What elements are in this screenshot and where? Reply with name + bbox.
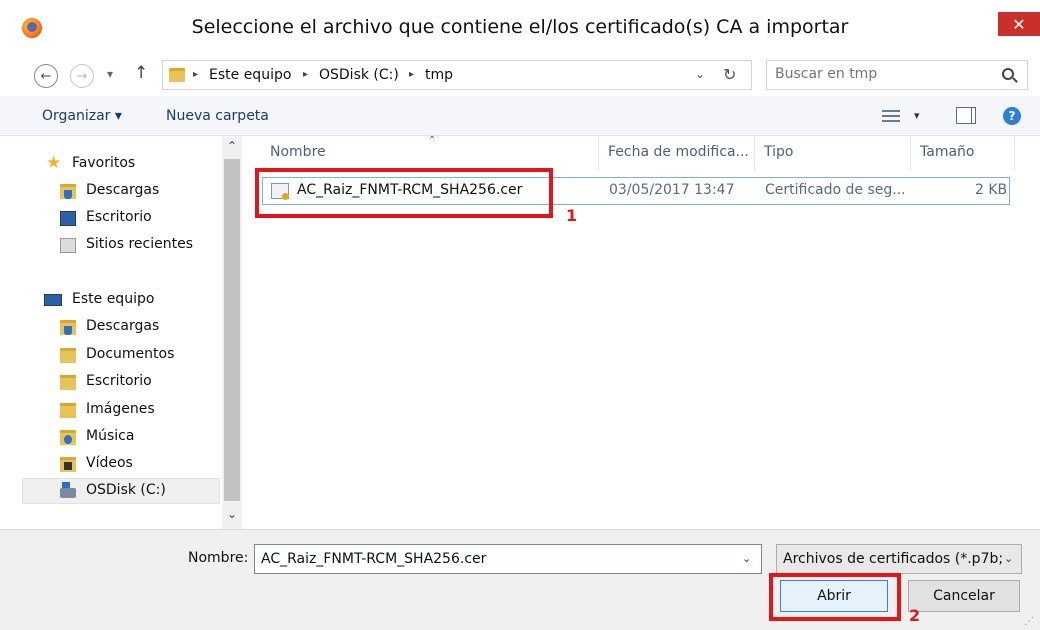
sidebar-item-label: OSDisk (C:) bbox=[86, 482, 166, 498]
sidebar-item-videos[interactable]: Vídeos bbox=[22, 451, 220, 477]
sidebar-item-label: Imágenes bbox=[86, 401, 155, 417]
resize-grip-icon[interactable]: ⋰ bbox=[1024, 616, 1034, 627]
cancel-button[interactable]: Cancelar bbox=[908, 580, 1020, 612]
sidebar-item-descargas-pc[interactable]: Descargas bbox=[22, 314, 220, 340]
filename-dropdown-icon[interactable]: ⌄ bbox=[742, 552, 751, 565]
sidebar-item-label: Escritorio bbox=[86, 373, 152, 389]
breadcrumb-separator-icon: ▸ bbox=[303, 69, 309, 80]
pictures-folder-icon bbox=[60, 403, 76, 418]
file-modified: 03/05/2017 13:47 bbox=[609, 182, 735, 198]
breadcrumb-separator-icon: ▸ bbox=[409, 69, 415, 80]
filetype-dropdown-icon[interactable]: ⌄ bbox=[1004, 552, 1013, 565]
filename-label: Nombre: bbox=[188, 550, 249, 566]
downloads-folder-icon bbox=[60, 184, 76, 199]
star-icon: ★ bbox=[46, 153, 62, 173]
recent-locations-button[interactable]: ▾ bbox=[107, 67, 113, 81]
column-header-size[interactable]: Tamaño bbox=[920, 144, 974, 160]
view-options-icon[interactable] bbox=[882, 110, 900, 122]
title-bar: Seleccione el archivo que contiene el/lo… bbox=[0, 0, 1040, 58]
help-icon[interactable]: ? bbox=[1003, 107, 1021, 125]
sidebar-item-label: Vídeos bbox=[86, 455, 133, 471]
close-button[interactable]: ✕ bbox=[998, 12, 1040, 36]
sidebar-item-escritorio-pc[interactable]: Escritorio bbox=[22, 369, 220, 395]
column-header-name[interactable]: Nombre bbox=[270, 144, 326, 160]
preview-pane-icon[interactable] bbox=[956, 107, 976, 124]
breadcrumb-tmp[interactable]: tmp bbox=[425, 67, 453, 83]
breadcrumb-separator-icon: ▸ bbox=[193, 69, 199, 80]
search-input[interactable] bbox=[775, 66, 995, 82]
sort-ascending-icon: ⌃ bbox=[428, 135, 437, 146]
column-divider[interactable] bbox=[754, 137, 755, 171]
navigation-pane: ★ Favoritos Descargas Escritorio Sitios … bbox=[22, 137, 222, 529]
address-dropdown-icon[interactable]: ⌄ bbox=[695, 67, 705, 81]
annotation-number-2: 2 bbox=[909, 606, 921, 625]
sidebar-item-sitios-recientes[interactable]: Sitios recientes bbox=[22, 232, 220, 258]
sidebar-item-label: Música bbox=[86, 428, 135, 444]
sidebar-item-escritorio[interactable]: Escritorio bbox=[22, 205, 220, 231]
breadcrumb-osdisk[interactable]: OSDisk (C:) bbox=[319, 67, 399, 83]
file-size: 2 KB bbox=[975, 182, 1008, 198]
sidebar-item-descargas[interactable]: Descargas bbox=[22, 178, 220, 204]
sidebar-item-imagenes[interactable]: Imágenes bbox=[22, 397, 220, 423]
sidebar-item-label: Documentos bbox=[86, 346, 175, 362]
sidebar-item-este-equipo[interactable]: Este equipo bbox=[22, 287, 220, 313]
filename-input[interactable] bbox=[254, 544, 762, 574]
up-button[interactable]: ↑ bbox=[134, 63, 148, 83]
window-title: Seleccione el archivo que contiene el/lo… bbox=[191, 16, 849, 38]
annotation-number-1: 1 bbox=[566, 206, 578, 225]
sidebar-item-label: Este equipo bbox=[72, 291, 155, 307]
annotation-highlight-open bbox=[769, 573, 901, 621]
sidebar-item-label: Escritorio bbox=[86, 209, 152, 225]
videos-folder-icon bbox=[60, 457, 76, 472]
forward-button[interactable]: → bbox=[70, 64, 94, 88]
address-bar[interactable]: ▸ Este equipo ▸ OSDisk (C:) ▸ tmp ⌄ ↻ bbox=[162, 60, 752, 90]
sidebar-item-musica[interactable]: Música bbox=[22, 424, 220, 450]
folder-icon bbox=[169, 68, 185, 82]
back-button[interactable]: ← bbox=[34, 64, 58, 88]
drive-icon bbox=[60, 482, 76, 498]
scroll-up-icon[interactable]: ⌃ bbox=[227, 139, 237, 153]
sidebar-item-label: Sitios recientes bbox=[86, 236, 193, 252]
refresh-icon[interactable]: ↻ bbox=[723, 65, 736, 84]
downloads-folder-icon bbox=[60, 320, 76, 335]
scrollbar-thumb[interactable] bbox=[224, 159, 240, 501]
search-box[interactable] bbox=[766, 60, 1028, 90]
scroll-down-icon[interactable]: ⌄ bbox=[227, 507, 237, 521]
sidebar-item-osdisk[interactable]: OSDisk (C:) bbox=[22, 478, 220, 504]
sidebar-item-label: Favoritos bbox=[72, 155, 136, 171]
music-folder-icon bbox=[60, 430, 76, 445]
sidebar-item-favoritos[interactable]: ★ Favoritos bbox=[22, 151, 220, 177]
view-options-dropdown-icon[interactable]: ▾ bbox=[914, 109, 920, 122]
column-divider[interactable] bbox=[598, 137, 599, 171]
command-toolbar: Organizar ▾ Nueva carpeta ▾ ? bbox=[0, 96, 1040, 136]
breadcrumb-this-pc[interactable]: Este equipo bbox=[209, 67, 291, 83]
recent-places-icon bbox=[60, 238, 76, 253]
desktop-folder-icon bbox=[60, 375, 76, 390]
new-folder-button[interactable]: Nueva carpeta bbox=[166, 108, 269, 124]
organize-button[interactable]: Organizar ▾ bbox=[42, 108, 122, 124]
column-header-modified[interactable]: Fecha de modifica... bbox=[608, 144, 749, 160]
sidebar-item-documentos[interactable]: Documentos bbox=[22, 342, 220, 368]
column-header-type[interactable]: Tipo bbox=[764, 144, 793, 160]
search-icon[interactable] bbox=[1002, 68, 1014, 80]
computer-icon bbox=[44, 294, 62, 306]
filetype-select[interactable]: Archivos de certificados (*.p7b; bbox=[776, 544, 1022, 574]
sidebar-scrollbar[interactable]: ⌃ ⌄ bbox=[222, 137, 242, 529]
documents-folder-icon bbox=[60, 348, 76, 363]
desktop-icon bbox=[60, 211, 76, 226]
column-divider[interactable] bbox=[1014, 137, 1015, 171]
file-type: Certificado de seg... bbox=[765, 182, 906, 198]
annotation-highlight-file bbox=[255, 168, 553, 218]
navigation-bar: ← → ▾ ↑ ▸ Este equipo ▸ OSDisk (C:) ▸ tm… bbox=[0, 58, 1040, 94]
sidebar-item-label: Descargas bbox=[86, 182, 160, 198]
column-divider[interactable] bbox=[910, 137, 911, 171]
sidebar-item-label: Descargas bbox=[86, 318, 160, 334]
